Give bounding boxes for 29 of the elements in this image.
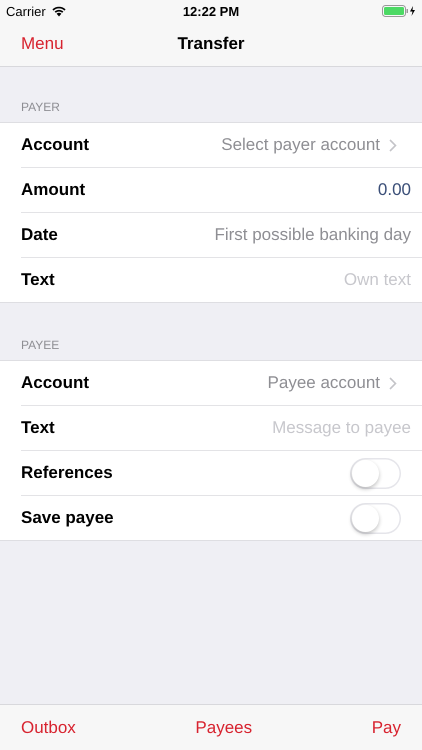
- row-label: Save payee: [21, 508, 114, 528]
- toolbar-button[interactable]: Pay: [372, 718, 401, 738]
- text-field[interactable]: Message to payee: [211, 418, 411, 438]
- toolbar-button[interactable]: Outbox: [21, 718, 76, 738]
- row-label: Account: [21, 135, 89, 155]
- row-value[interactable]: Select payer account: [221, 135, 380, 155]
- status-time: 12:22 PM: [182, 4, 240, 18]
- toggle-switch[interactable]: [350, 502, 401, 534]
- row-label: Account: [21, 373, 89, 393]
- menu-button[interactable]: Menu: [0, 34, 64, 54]
- row-label: Date: [21, 225, 58, 245]
- row-label: Text: [21, 270, 55, 290]
- amount-field[interactable]: 0.00: [378, 180, 411, 200]
- row-label: Amount: [21, 180, 86, 200]
- chevron-icon: [389, 138, 397, 152]
- carrier-label: Carrier: [6, 4, 46, 18]
- row-label: Text: [21, 418, 55, 438]
- row-label: References: [21, 463, 113, 483]
- row-value[interactable]: Payee account: [268, 373, 380, 393]
- battery-charging-icon: [382, 5, 416, 17]
- toggle-switch[interactable]: [350, 458, 401, 488]
- toolbar-button[interactable]: Payees: [195, 718, 252, 738]
- wifi-icon: [50, 5, 67, 17]
- nav-title: Transfer: [177, 34, 245, 54]
- row-value[interactable]: First possible banking day: [214, 225, 411, 245]
- chevron-icon: [389, 376, 397, 390]
- section-header: PAYER: [21, 100, 60, 114]
- text-field[interactable]: Own text: [211, 270, 411, 290]
- section-header: PAYEE: [21, 338, 60, 352]
